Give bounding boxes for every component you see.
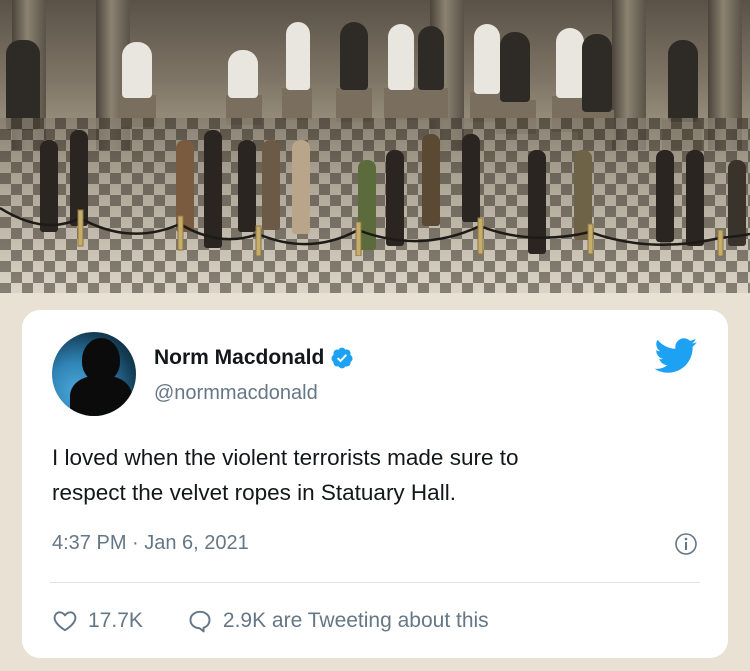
tweet-text-line: respect the velvet ropes in Statuary Hal… [52, 480, 456, 505]
photo-statue [582, 34, 612, 112]
photo-statue [6, 40, 40, 130]
speech-bubble-icon[interactable] [187, 608, 213, 634]
tweet-card: Norm Macdonald @normmacdonald I loved wh… [22, 310, 728, 658]
avatar-silhouette-body [70, 376, 132, 416]
tweet-text-line: I loved when the violent terrorists made… [52, 445, 519, 470]
avatar[interactable] [52, 332, 136, 416]
photo-statue [286, 22, 310, 90]
photo-pedestal [336, 88, 372, 122]
photo-pedestal [416, 88, 448, 120]
info-icon[interactable] [674, 532, 698, 556]
tweet-stats: 17.7K 2.9K are Tweeting about this [52, 608, 489, 634]
photo-pedestal [282, 88, 312, 120]
tweeting-about-text: 2.9K are Tweeting about this [222, 609, 489, 632]
twitter-bird-icon[interactable] [654, 338, 698, 374]
display-name[interactable]: Norm Macdonald [154, 346, 324, 370]
photo-statue [388, 24, 414, 90]
photo-statue [228, 50, 258, 98]
photo-statue [668, 40, 698, 122]
photo-statue [474, 24, 500, 94]
like-count: 17.7K [88, 609, 143, 632]
like-stat[interactable]: 17.7K [52, 608, 143, 634]
divider [50, 582, 700, 583]
photo-statue [418, 26, 444, 90]
handle[interactable]: @normmacdonald [154, 382, 318, 405]
photo-statue [122, 42, 152, 98]
statuary-hall-photo [0, 0, 750, 293]
tweet-timestamp[interactable]: 4:37 PM · Jan 6, 2021 [52, 532, 249, 555]
verified-badge-icon [331, 347, 353, 369]
heart-icon[interactable] [52, 608, 78, 634]
photo-pedestal [384, 88, 416, 120]
photo-statue [500, 32, 530, 102]
author-row: Norm Macdonald [154, 346, 354, 370]
tweet-text: I loved when the violent terrorists made… [52, 440, 692, 510]
tweeting-about-stat[interactable]: 2.9K are Tweeting about this [187, 608, 489, 634]
photo-statue [340, 22, 368, 90]
photo-statue [556, 28, 584, 98]
velvet-rope [0, 206, 750, 256]
